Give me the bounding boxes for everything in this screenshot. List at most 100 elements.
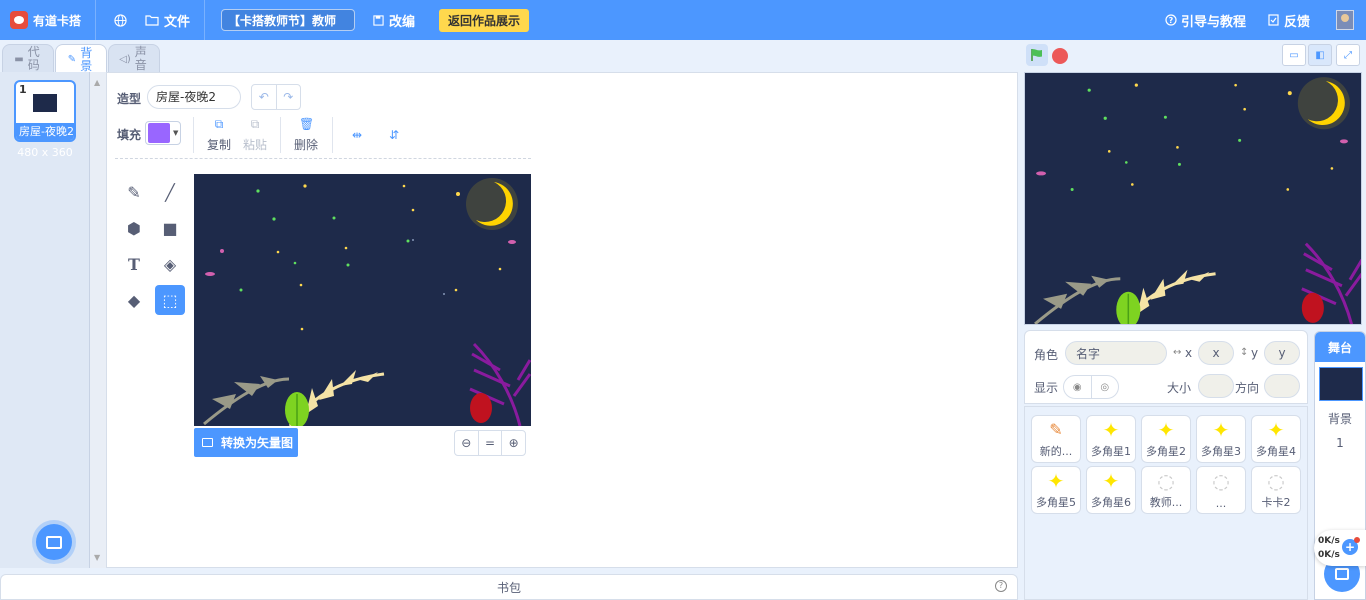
- tab-backdrop[interactable]: ✎ 背景: [55, 44, 107, 74]
- select-tool[interactable]: ⬚: [155, 285, 185, 315]
- sprite-tile[interactable]: ✦ 多角星5: [1031, 466, 1081, 514]
- stage-header: 舞台: [1315, 332, 1365, 362]
- normal-stage-button[interactable]: ◧: [1308, 44, 1332, 66]
- sprite-tile[interactable]: ✦ 多角星3: [1196, 415, 1246, 463]
- file-menu-label: 文件: [164, 14, 191, 30]
- circle-tool[interactable]: ⬢: [119, 213, 149, 243]
- add-costume-button[interactable]: [36, 524, 72, 560]
- costume-thumbnail: [33, 94, 57, 112]
- star-icon: ✦: [1157, 418, 1175, 442]
- sprite-thumb-icon: ◌: [1157, 469, 1175, 493]
- file-menu[interactable]: 文件: [145, 11, 190, 30]
- toolbar-divider: [115, 158, 531, 159]
- language-button[interactable]: [114, 13, 127, 27]
- paste-label: 粘贴: [242, 138, 267, 152]
- guide-button[interactable]: ? 引导与教程: [1165, 11, 1246, 30]
- remix-label: 改编: [389, 14, 416, 30]
- text-tool[interactable]: T: [119, 249, 149, 279]
- flip-horizontal-icon[interactable]: ⇹: [349, 128, 365, 144]
- fill-tool[interactable]: ◈: [155, 249, 185, 279]
- normal-stage-icon: ◧: [1315, 49, 1325, 61]
- costume-name-input[interactable]: 房屋-夜晚2: [147, 85, 241, 109]
- download-speed: 0K/s: [1318, 550, 1340, 560]
- line-tool[interactable]: ╱: [155, 177, 185, 207]
- visibility-toggle: ◉ ◎: [1063, 375, 1119, 399]
- fullscreen-button[interactable]: ⤢: [1336, 44, 1360, 66]
- paste-button[interactable]: ⧉ 粘贴: [237, 117, 273, 153]
- direction-input[interactable]: [1264, 374, 1300, 398]
- zoom-controls: ⊖ = ⊕: [454, 430, 526, 456]
- small-stage-button[interactable]: ▭: [1282, 44, 1306, 66]
- zoom-out-button[interactable]: ⊖: [455, 431, 478, 455]
- help-icon[interactable]: ?: [995, 580, 1007, 592]
- y-arrow-icon: ↕: [1240, 347, 1249, 358]
- network-speed-widget[interactable]: 0K/s 0K/s +: [1314, 530, 1366, 566]
- scroll-up-icon: ▲: [94, 78, 101, 87]
- menu-separator: [95, 0, 97, 40]
- eraser-tool[interactable]: ◆: [119, 285, 149, 315]
- flip-vertical-icon[interactable]: ⇵: [386, 128, 402, 144]
- sprite-tile[interactable]: ◌ 教师...: [1141, 466, 1191, 514]
- undo-icon: ↶: [258, 90, 269, 104]
- guide-label: 引导与教程: [1180, 14, 1246, 30]
- feedback-icon: [1268, 14, 1279, 26]
- project-title-input[interactable]: 【卡搭教师节】教师: [221, 9, 356, 31]
- redo-button[interactable]: ↷: [277, 85, 301, 109]
- sprite-tile[interactable]: ✎ 新的...: [1031, 415, 1081, 463]
- select-icon: ⬚: [162, 290, 178, 310]
- costume-item[interactable]: 1 房屋-夜晚2: [14, 80, 76, 142]
- convert-to-vector-button[interactable]: 转换为矢量图: [194, 428, 298, 457]
- y-input[interactable]: y: [1264, 341, 1300, 365]
- svg-text:?: ?: [1169, 16, 1174, 25]
- undo-button[interactable]: ↶: [252, 85, 277, 109]
- sprite-tile[interactable]: ◌ 卡卡2: [1251, 466, 1301, 514]
- remix-button[interactable]: 改编: [373, 11, 415, 30]
- copy-button[interactable]: ⧉ 复制: [201, 117, 237, 153]
- sprite-tile[interactable]: ✦ 多角星6: [1086, 466, 1136, 514]
- costume-size: 480 x 360: [17, 146, 73, 159]
- paint-canvas[interactable]: [194, 174, 531, 426]
- logo[interactable]: 有道卡搭: [10, 11, 81, 29]
- delete-button[interactable]: 🗑 删除: [288, 117, 324, 153]
- return-to-showcase-button[interactable]: 返回作品展示: [439, 8, 530, 32]
- stage-artwork: [1034, 77, 1361, 324]
- tab-sound[interactable]: ◁) 声音: [108, 44, 160, 73]
- backdrop-label: 背景: [1327, 412, 1352, 426]
- stop-button[interactable]: [1052, 48, 1068, 64]
- sprite-tile[interactable]: ✦ 多角星2: [1141, 415, 1191, 463]
- brush-tool[interactable]: ✎: [119, 177, 149, 207]
- size-input[interactable]: [1198, 374, 1234, 398]
- sprite-name-input[interactable]: 名字: [1065, 341, 1167, 365]
- zoom-reset-button[interactable]: =: [477, 431, 502, 455]
- sprite-name: 多角星3: [1201, 445, 1241, 458]
- backpack-bar[interactable]: 书包 ?: [0, 574, 1018, 600]
- costume-scrollbar[interactable]: ▲ ▼: [90, 72, 106, 568]
- speaker-icon: ◁): [119, 53, 131, 65]
- direction-label: 方向: [1235, 381, 1260, 395]
- eye-off-icon: ◎: [1100, 381, 1110, 393]
- zoom-in-button[interactable]: ⊕: [501, 431, 525, 455]
- green-flag-button[interactable]: [1026, 44, 1048, 66]
- sprite-tile[interactable]: ◌ ...: [1196, 466, 1246, 514]
- project-title-text: 【卡搭教师节】教师: [228, 13, 337, 28]
- carrot-icon: ✎: [1049, 420, 1063, 439]
- sprite-tile[interactable]: ✦ 多角星1: [1086, 415, 1136, 463]
- tab-code[interactable]: ▬ 代码: [2, 44, 54, 73]
- stage-preview[interactable]: [1024, 72, 1362, 325]
- sprite-name: 多角星6: [1091, 496, 1131, 509]
- user-avatar[interactable]: [1336, 10, 1354, 30]
- folder-icon: [145, 15, 159, 26]
- costume-name: 房屋-夜晚2: [16, 123, 74, 140]
- eye-icon: ◉: [1072, 381, 1082, 393]
- x-input[interactable]: x: [1198, 341, 1234, 365]
- rectangle-tool[interactable]: ■: [155, 213, 185, 243]
- paste-icon: ⧉: [250, 117, 260, 131]
- fill-color-picker[interactable]: ▼: [145, 121, 181, 145]
- rectangle-icon: ■: [162, 218, 178, 238]
- feedback-button[interactable]: 反馈: [1268, 11, 1310, 30]
- x-label: x: [1185, 346, 1193, 360]
- hide-button[interactable]: ◎: [1090, 376, 1119, 398]
- show-button[interactable]: ◉: [1064, 376, 1091, 398]
- sprite-tile[interactable]: ✦ 多角星4: [1251, 415, 1301, 463]
- costume-index: 1: [19, 83, 27, 96]
